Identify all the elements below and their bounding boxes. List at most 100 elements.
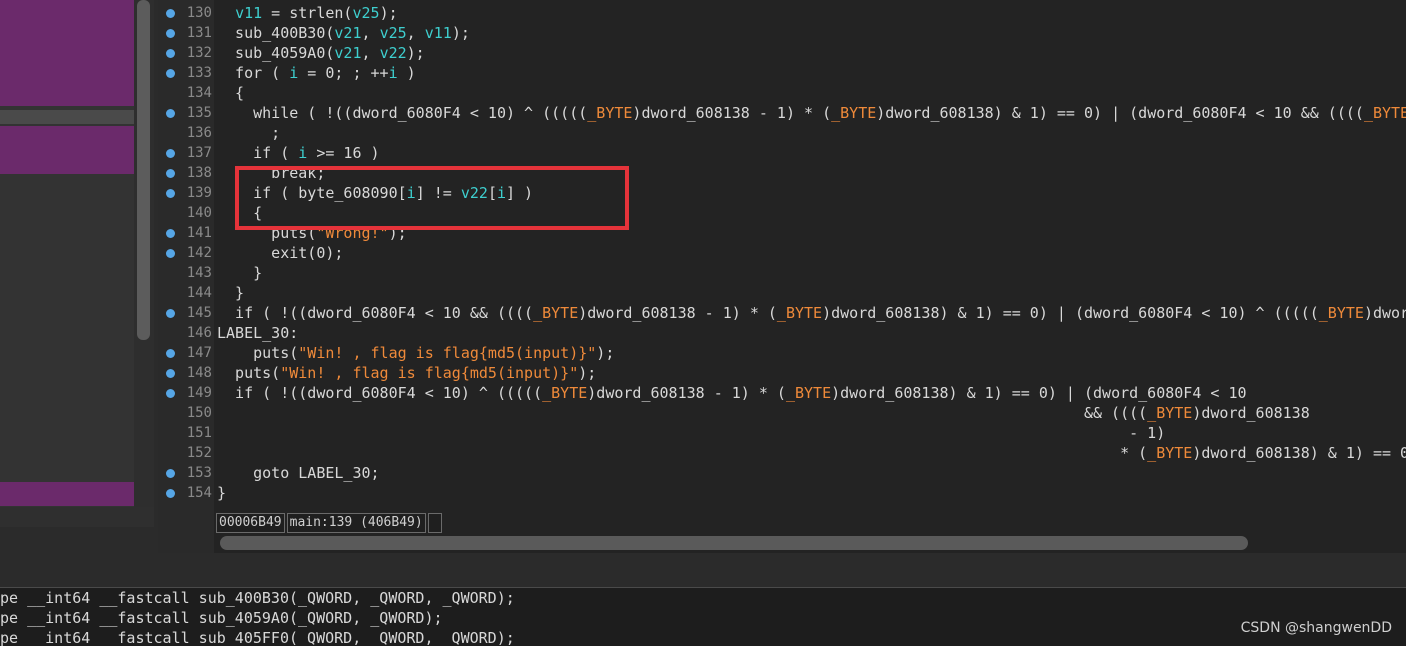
variable-token[interactable]: v21 bbox=[334, 24, 361, 42]
type-token[interactable]: _BYTE bbox=[542, 384, 587, 402]
type-token[interactable]: _BYTE bbox=[777, 304, 822, 322]
code-text: } bbox=[217, 483, 226, 503]
type-token[interactable]: _BYTE bbox=[533, 304, 578, 322]
type-token[interactable]: _BYTE bbox=[1364, 104, 1406, 122]
code-token: )dword_608138) & 1) == 0) | (dword_6080F… bbox=[876, 104, 1364, 122]
code-line[interactable]: 132 sub_4059A0(v21, v22); bbox=[158, 43, 1406, 63]
code-text: exit(0); bbox=[217, 243, 343, 263]
line-number: 139 bbox=[186, 185, 212, 201]
code-text: if ( !((dword_6080F4 < 10) ^ (((((_BYTE)… bbox=[217, 383, 1247, 403]
code-text: - 1) bbox=[217, 423, 1165, 443]
type-token[interactable]: _BYTE bbox=[587, 104, 632, 122]
type-token[interactable]: _BYTE bbox=[1147, 444, 1192, 462]
code-line[interactable]: 145 if ( !((dword_6080F4 < 10 && ((((_BY… bbox=[158, 303, 1406, 323]
code-text: if ( !((dword_6080F4 < 10 && ((((_BYTE)d… bbox=[217, 303, 1406, 323]
string-token[interactable]: "Win! , flag is flag{md5(input)}" bbox=[298, 344, 596, 362]
code-token: } bbox=[217, 264, 263, 282]
code-line[interactable]: 154} bbox=[158, 483, 1406, 503]
line-number: 152 bbox=[186, 445, 212, 461]
code-token: )dword_608138 - 1) * ( bbox=[578, 304, 777, 322]
line-number: 133 bbox=[186, 65, 212, 81]
code-token: = strlen( bbox=[262, 4, 353, 22]
code-token: ); bbox=[406, 44, 425, 62]
variable-token[interactable]: v22 bbox=[380, 44, 407, 62]
code-line[interactable]: 142 exit(0); bbox=[158, 243, 1406, 263]
variable-token[interactable]: i bbox=[298, 144, 307, 162]
variable-token[interactable]: i bbox=[389, 64, 398, 82]
code-line[interactable]: 130 v11 = strlen(v25); bbox=[158, 3, 1406, 23]
functions-scrollbar-thumb[interactable] bbox=[137, 0, 150, 340]
code-line[interactable]: 153 goto LABEL_30; bbox=[158, 463, 1406, 483]
output-window[interactable]: pe __int64 __fastcall sub_400B30(_QWORD,… bbox=[0, 587, 1406, 646]
code-token: - 1) bbox=[217, 424, 1166, 442]
line-number: 151 bbox=[186, 425, 212, 441]
code-text: puts("Win! , flag is flag{md5(input)}"); bbox=[217, 363, 596, 383]
variable-token[interactable]: v25 bbox=[380, 24, 407, 42]
line-number: 153 bbox=[186, 465, 212, 481]
code-line[interactable]: 148 puts("Win! , flag is flag{md5(input)… bbox=[158, 363, 1406, 383]
line-number: 142 bbox=[186, 245, 212, 261]
code-text: { bbox=[217, 83, 244, 103]
selected-function-row[interactable] bbox=[0, 482, 134, 506]
type-token[interactable]: _BYTE bbox=[831, 104, 876, 122]
type-token[interactable]: _BYTE bbox=[1319, 304, 1364, 322]
code-text: puts("Win! , flag is flag{md5(input)}"); bbox=[217, 343, 614, 363]
type-token[interactable]: _BYTE bbox=[786, 384, 831, 402]
code-line[interactable]: 147 puts("Win! , flag is flag{md5(input)… bbox=[158, 343, 1406, 363]
code-token: sub_4059A0( bbox=[217, 44, 335, 62]
code-line[interactable]: 131 sub_400B30(v21, v25, v11); bbox=[158, 23, 1406, 43]
code-text: goto LABEL_30; bbox=[217, 463, 379, 483]
code-token: ); bbox=[578, 364, 597, 382]
line-number: 150 bbox=[186, 405, 212, 421]
code-token: LABEL_30: bbox=[217, 324, 299, 342]
variable-token[interactable]: i bbox=[289, 64, 298, 82]
variable-token[interactable]: v21 bbox=[334, 44, 361, 62]
code-line[interactable]: 144 } bbox=[158, 283, 1406, 303]
code-line[interactable]: 146 LABEL_30: bbox=[158, 323, 1406, 343]
code-text: v11 = strlen(v25); bbox=[217, 3, 398, 23]
code-text: LABEL_30: bbox=[217, 323, 298, 343]
code-token: * ( bbox=[217, 444, 1148, 462]
functions-panel bbox=[0, 0, 154, 527]
code-line[interactable]: 149 if ( !((dword_6080F4 < 10) ^ (((((_B… bbox=[158, 383, 1406, 403]
function-row[interactable] bbox=[0, 110, 134, 124]
code-token: if ( bbox=[217, 144, 299, 162]
code-line[interactable]: 135 while ( !((dword_6080F4 < 10) ^ ((((… bbox=[158, 103, 1406, 123]
string-token[interactable]: "Win! , flag is flag{md5(input)}" bbox=[280, 364, 578, 382]
code-line[interactable]: 152 * (_BYTE)dword_608138) & 1) == 0)) bbox=[158, 443, 1406, 463]
line-number: 138 bbox=[186, 165, 212, 181]
variable-token[interactable]: v11 bbox=[425, 24, 452, 42]
code-token: ); bbox=[379, 4, 398, 22]
selected-function-row[interactable] bbox=[0, 0, 134, 106]
type-token[interactable]: _BYTE bbox=[1147, 404, 1192, 422]
variable-token[interactable]: v11 bbox=[235, 4, 262, 22]
code-token: { bbox=[217, 84, 245, 102]
selected-function-row[interactable] bbox=[0, 126, 134, 174]
line-number: 136 bbox=[186, 125, 212, 141]
horizontal-scrollbar-thumb[interactable] bbox=[220, 536, 1248, 550]
functions-list[interactable] bbox=[0, 0, 134, 527]
code-token: = 0; ; ++ bbox=[298, 64, 389, 82]
code-token: if ( !((dword_6080F4 < 10) ^ ((((( bbox=[217, 384, 543, 402]
code-line[interactable]: 136 ; bbox=[158, 123, 1406, 143]
code-line[interactable]: 133 for ( i = 0; ; ++i ) bbox=[158, 63, 1406, 83]
status-empty-cell bbox=[427, 513, 442, 533]
code-text: } bbox=[217, 283, 244, 303]
code-line[interactable]: 137 if ( i >= 16 ) bbox=[158, 143, 1406, 163]
line-number: 149 bbox=[186, 385, 212, 401]
code-text: while ( !((dword_6080F4 < 10) ^ (((((_BY… bbox=[217, 103, 1406, 123]
address-readout: 00006B49 bbox=[216, 513, 285, 533]
code-token: )dwor bbox=[1363, 304, 1406, 322]
variable-token[interactable]: v25 bbox=[352, 4, 379, 22]
code-line[interactable]: 134 { bbox=[158, 83, 1406, 103]
code-line[interactable]: 150 && ((((_BYTE)dword_608138 bbox=[158, 403, 1406, 423]
line-number: 132 bbox=[186, 45, 212, 61]
line-number: 146 bbox=[186, 325, 212, 341]
line-number: 137 bbox=[186, 145, 212, 161]
line-number: 148 bbox=[186, 365, 212, 381]
code-token: ; bbox=[217, 124, 281, 142]
code-line[interactable]: 151 - 1) bbox=[158, 423, 1406, 443]
code-token: )dword_608138) & 1) == 0) | (dword_6080F… bbox=[831, 384, 1247, 402]
code-line[interactable]: 143 } bbox=[158, 263, 1406, 283]
line-number: 134 bbox=[186, 85, 212, 101]
